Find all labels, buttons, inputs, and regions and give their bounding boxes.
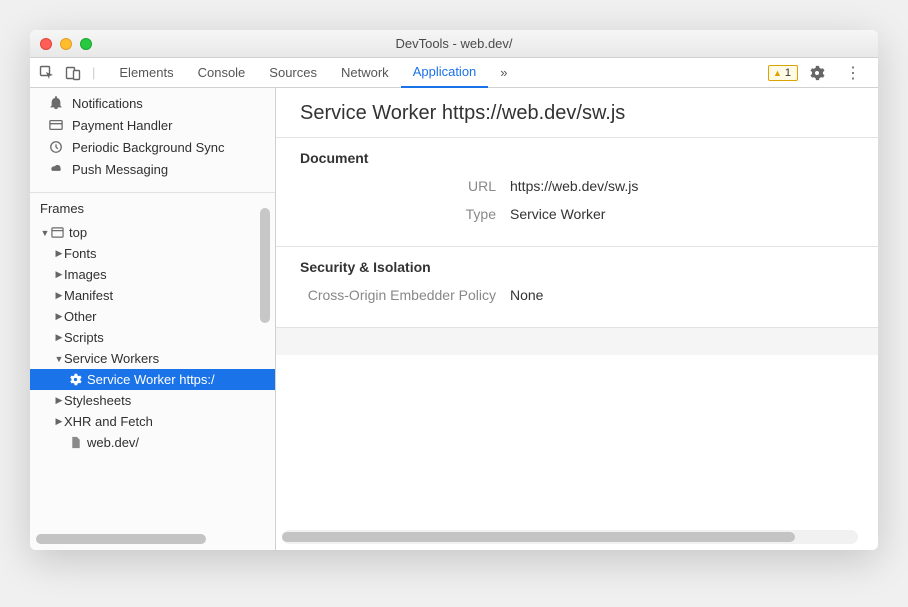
expand-arrow-icon [54,332,64,343]
tree-scripts[interactable]: Scripts [30,327,275,348]
expand-arrow-icon [54,354,64,364]
clock-icon [48,139,64,155]
gear-icon [68,373,83,386]
tab-console[interactable]: Console [186,58,258,88]
expand-arrow-icon [54,269,64,280]
tree-fonts[interactable]: Fonts [30,243,275,264]
tree-label: Scripts [64,330,104,345]
tree-label: Other [64,309,97,324]
more-icon[interactable]: ⋮ [844,64,862,82]
titlebar: DevTools - web.dev/ [30,30,878,58]
tab-sources[interactable]: Sources [257,58,329,88]
expand-arrow-icon [54,311,64,322]
expand-arrow-icon [54,290,64,301]
card-icon [48,117,64,133]
devtools-window: DevTools - web.dev/ | Elements Console S… [30,30,878,550]
frame-icon [50,226,65,239]
sidebar-hscrollbar[interactable] [36,534,243,546]
sidebar-item-periodic-bg-sync[interactable]: Periodic Background Sync [30,136,275,158]
url-value: https://web.dev/sw.js [510,178,638,194]
page-title: Service Worker https://web.dev/sw.js [276,88,878,137]
separator: | [92,65,95,80]
tree-label: XHR and Fetch [64,414,153,429]
tree-label: Service Workers [64,351,159,366]
frames-section: Frames top Fonts Images Manifest Other S… [30,192,275,550]
frames-title: Frames [30,199,275,222]
coep-label: Cross-Origin Embedder Policy [300,287,510,303]
sidebar-item-push-messaging[interactable]: Push Messaging [30,158,275,180]
expand-arrow-icon [54,416,64,427]
tree-label: top [69,225,87,240]
sidebar-vscrollbar[interactable] [260,208,272,408]
sidebar-item-payment-handler[interactable]: Payment Handler [30,114,275,136]
tree-label: Stylesheets [64,393,131,408]
tree-xhr-fetch[interactable]: XHR and Fetch [30,411,275,432]
sidebar-item-label: Notifications [72,96,143,111]
section-title: Document [300,150,854,166]
tree-webdev-leaf[interactable]: web.dev/ [30,432,275,453]
section-title: Security & Isolation [300,259,854,275]
frames-tree: top Fonts Images Manifest Other Scripts … [30,222,275,453]
sidebar-item-label: Push Messaging [72,162,168,177]
tabs-overflow[interactable]: » [488,58,519,88]
cloud-icon [48,161,64,177]
empty-section [276,327,878,355]
warnings-badge[interactable]: 1 [768,65,798,81]
tree-label: Service Worker https:/ [87,372,215,387]
expand-arrow-icon [54,395,64,406]
sidebar-item-notifications[interactable]: Notifications [30,92,275,114]
tree-other[interactable]: Other [30,306,275,327]
settings-icon[interactable] [808,64,826,82]
type-value: Service Worker [510,206,605,222]
coep-value: None [510,287,543,303]
type-label: Type [300,206,510,222]
main-panel: Service Worker https://web.dev/sw.js Doc… [276,88,878,550]
devtools-toolbar: | Elements Console Sources Network Appli… [30,58,878,88]
tree-top[interactable]: top [30,222,275,243]
tree-label: Manifest [64,288,113,303]
panel-tabs: Elements Console Sources Network Applica… [107,58,519,88]
bell-icon [48,95,64,111]
tree-images[interactable]: Images [30,264,275,285]
sidebar-item-label: Periodic Background Sync [72,140,224,155]
document-icon [68,436,83,449]
document-section: Document URL https://web.dev/sw.js Type … [276,137,878,246]
sidebar-item-label: Payment Handler [72,118,172,133]
main-hscrollbar[interactable] [282,530,858,544]
tab-network[interactable]: Network [329,58,401,88]
tree-manifest[interactable]: Manifest [30,285,275,306]
tree-service-worker-item[interactable]: Service Worker https:/ [30,369,275,390]
tab-application[interactable]: Application [401,58,489,88]
security-section: Security & Isolation Cross-Origin Embedd… [276,246,878,327]
inspect-icon[interactable] [38,64,56,82]
expand-arrow-icon [54,248,64,259]
application-sidebar: Notifications Payment Handler Periodic B… [30,88,276,550]
device-toggle-icon[interactable] [64,64,82,82]
tree-service-workers[interactable]: Service Workers [30,348,275,369]
warnings-count: 1 [785,67,791,79]
tree-stylesheets[interactable]: Stylesheets [30,390,275,411]
tab-elements[interactable]: Elements [107,58,185,88]
tree-label: Fonts [64,246,97,261]
url-label: URL [300,178,510,194]
window-title: DevTools - web.dev/ [30,36,878,51]
tree-label: web.dev/ [87,435,139,450]
expand-arrow-icon [40,228,50,238]
tree-label: Images [64,267,107,282]
